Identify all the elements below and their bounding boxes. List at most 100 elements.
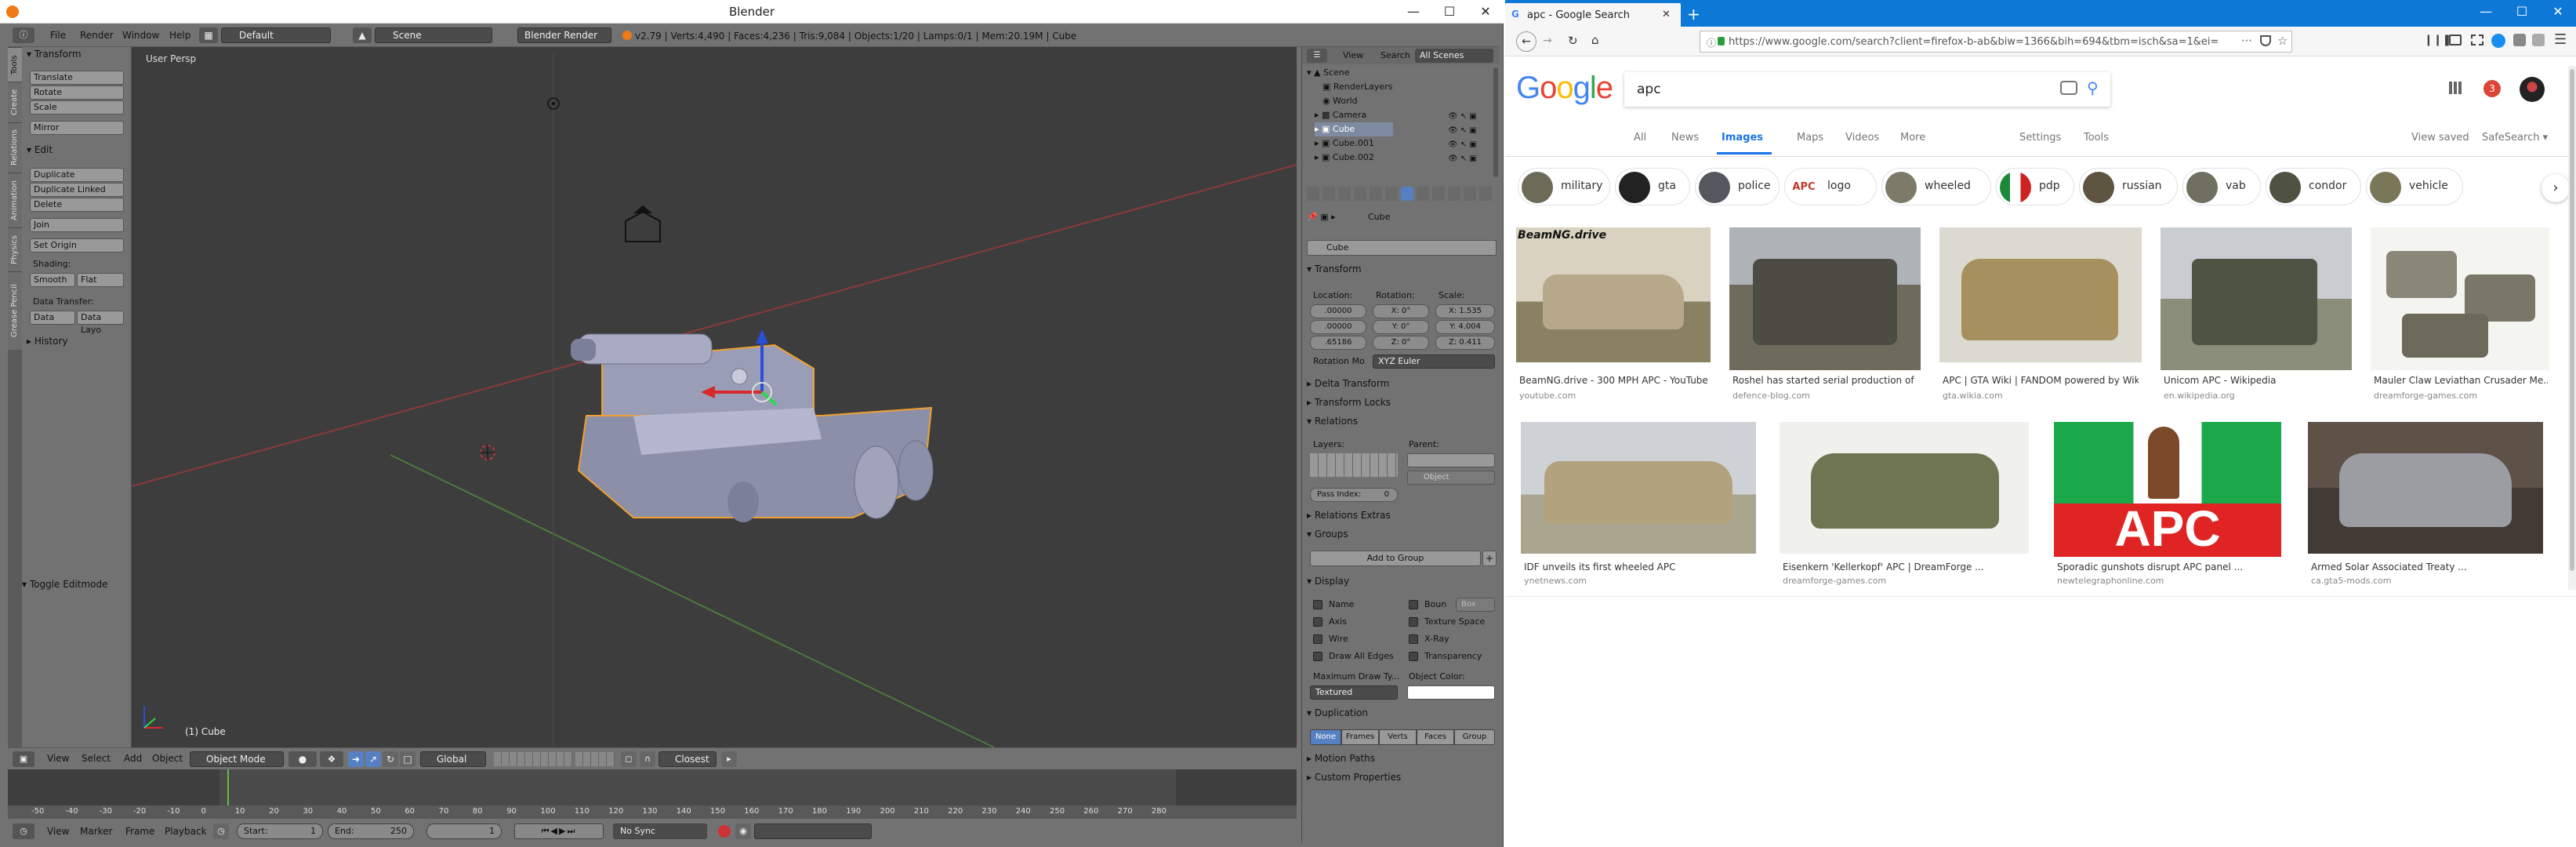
data-button[interactable]: Data	[30, 311, 75, 325]
image-result[interactable]: Armed Solar Associated Treaty ... ca.gta…	[2308, 422, 2543, 587]
lock-icon[interactable]: ◻	[621, 751, 637, 767]
texture-space-checkbox[interactable]	[1409, 617, 1418, 627]
menu-object[interactable]: Object	[152, 753, 183, 764]
transform-section-header[interactable]: ▾ Transform	[1307, 264, 1362, 274]
menu-icon[interactable]: ☰	[2554, 31, 2567, 48]
outliner-item-renderlayers[interactable]: ▣ RenderLayers	[1322, 80, 1392, 94]
axis-checkbox[interactable]	[1313, 617, 1322, 627]
home-icon[interactable]: ⌂	[1591, 33, 1599, 47]
duplication-header[interactable]: ▾ Duplication	[1307, 707, 1368, 718]
preview-range-icon[interactable]: ◷	[213, 823, 229, 839]
back-icon[interactable]: ←	[1516, 31, 1537, 52]
image-result[interactable]: Unicom APC - Wikipedia en.wikipedia.org	[2161, 227, 2352, 408]
location-z-field[interactable]: .65186	[1310, 336, 1366, 350]
object-layers-grid[interactable]	[1310, 453, 1398, 477]
outliner-item-world[interactable]: ◉ World	[1322, 94, 1358, 108]
flat-button[interactable]: Flat	[77, 273, 124, 287]
pocket-icon[interactable]	[2260, 35, 2271, 46]
timeline-menu-frame[interactable]: Frame	[125, 826, 154, 837]
layout-selector[interactable]: Default	[221, 27, 331, 43]
duplicate-button[interactable]: Duplicate	[30, 168, 124, 182]
snap-magnet-icon[interactable]: ∩	[640, 751, 655, 767]
timeline-menu-playback[interactable]: Playback	[165, 826, 207, 837]
parent-type-selector[interactable]: Object	[1407, 471, 1495, 485]
outliner-filter[interactable]: All Scenes	[1415, 49, 1493, 63]
render-engine-selector[interactable]: Blender Render	[517, 27, 611, 43]
scale-y-field[interactable]: Y: 4.004	[1435, 320, 1495, 334]
name-checkbox[interactable]	[1313, 600, 1322, 609]
editor-type-icon[interactable]: ⓘ	[13, 27, 34, 43]
layers-grid-2[interactable]	[575, 752, 615, 766]
bounds-type-selector[interactable]: Box	[1456, 598, 1495, 612]
end-frame-field[interactable]: End: 250	[328, 823, 414, 839]
tab-tools[interactable]: Tools	[8, 47, 22, 82]
tab-images[interactable]: Images	[1722, 132, 1763, 144]
info-icon[interactable]: ⓘ	[1707, 36, 1716, 49]
render-preview-icon[interactable]: ▸	[721, 751, 737, 767]
xray-checkbox[interactable]	[1409, 634, 1418, 644]
orientation-selector[interactable]: Global	[420, 751, 486, 767]
start-frame-field[interactable]: Start: 1	[237, 823, 323, 839]
page-scrollbar-thumb[interactable]	[2570, 69, 2574, 571]
image-result[interactable]: Roshel has started serial production of …	[1729, 227, 1921, 408]
safesearch-dropdown[interactable]: SafeSearch ▾	[2482, 132, 2548, 144]
tab-animation[interactable]: Animation	[8, 173, 22, 227]
outliner-item-cube[interactable]: ▸ ▣ Cube	[1315, 122, 1393, 136]
data-layout-button[interactable]: Data Layo	[77, 311, 124, 335]
keying-set-icon[interactable]: ◉	[735, 823, 751, 839]
dup-verts-option[interactable]: Verts	[1379, 729, 1417, 745]
menu-render[interactable]: Render	[75, 27, 118, 44]
draw-type-selector[interactable]: Textured	[1310, 685, 1398, 700]
translate-manipulator-icon[interactable]: ↗	[365, 751, 381, 767]
menu-help[interactable]: Help	[165, 27, 195, 44]
motion-paths-header[interactable]: ▸ Motion Paths	[1307, 753, 1375, 764]
join-button[interactable]: Join	[30, 218, 124, 232]
parent-field[interactable]	[1407, 453, 1495, 467]
scene-icon[interactable]: ▲	[353, 27, 372, 43]
menu-add[interactable]: Add	[124, 753, 142, 764]
outliner-editor-icon[interactable]: ☰	[1307, 49, 1327, 63]
groups-header[interactable]: ▾ Groups	[1307, 529, 1348, 540]
image-result[interactable]: APC Sporadic gunshots disrupt APC panel …	[2054, 422, 2281, 587]
chip-vab[interactable]: vab	[2182, 168, 2261, 205]
edit-panel-header[interactable]: ▾ Edit	[27, 144, 53, 155]
scale-button[interactable]: Scale	[30, 100, 124, 115]
3d-viewport[interactable]: User Persp (1) Cube	[132, 47, 1297, 747]
outliner-menu-view[interactable]: View	[1343, 50, 1363, 60]
history-panel-header[interactable]: ▸ History	[27, 336, 68, 347]
sync-account-icon[interactable]	[2491, 34, 2505, 48]
chip-condor[interactable]: condor	[2266, 168, 2361, 205]
google-logo[interactable]: Google	[1516, 69, 1613, 107]
relations-header[interactable]: ▾ Relations	[1307, 416, 1358, 427]
location-x-field[interactable]: .00000	[1310, 304, 1366, 318]
tab-relations[interactable]: Relations	[8, 122, 22, 173]
layers-grid[interactable]	[494, 752, 572, 766]
duplicate-linked-button[interactable]: Duplicate Linked	[30, 183, 124, 197]
image-result[interactable]: Mauler Claw Leviathan Crusader Me... dre…	[2371, 227, 2549, 408]
maximize-icon[interactable]: ☐	[1431, 0, 1468, 24]
shading-mode-icon[interactable]: ●	[288, 751, 317, 767]
search-icon[interactable]: ⚲	[2087, 78, 2099, 97]
add-to-group-button[interactable]: Add to Group	[1310, 551, 1481, 566]
url-bar[interactable]: ⓘ https://www.google.com/search?client=f…	[1700, 31, 2292, 53]
chip-russian[interactable]: russian	[2079, 168, 2178, 205]
chip-military[interactable]: military	[1518, 168, 1610, 205]
keying-set-field[interactable]	[754, 823, 872, 839]
new-group-icon[interactable]: +	[1482, 551, 1497, 566]
dup-group-option[interactable]: Group	[1454, 729, 1495, 745]
reload-icon[interactable]: ↻	[1568, 34, 1578, 48]
chip-logo[interactable]: APC logo	[1784, 168, 1877, 205]
new-tab-icon[interactable]: +	[1687, 5, 1700, 24]
snap-target-selector[interactable]: Closest	[659, 751, 717, 767]
rotation-z-field[interactable]: Z: 0°	[1373, 336, 1429, 350]
custom-properties-header[interactable]: ▸ Custom Properties	[1307, 772, 1401, 783]
tab-physics[interactable]: Physics	[8, 227, 22, 271]
transform-panel-header[interactable]: ▾ Transform	[27, 49, 82, 60]
outliner-item-camera[interactable]: ▸ ▩ Camera	[1315, 108, 1366, 122]
chip-pdp[interactable]: pdp	[1996, 168, 2074, 205]
smooth-button[interactable]: Smooth	[30, 273, 75, 287]
forward-icon[interactable]: →	[1543, 35, 1552, 47]
bounds-checkbox[interactable]	[1409, 600, 1418, 609]
wire-checkbox[interactable]	[1313, 634, 1322, 644]
set-origin-dropdown[interactable]: Set Origin	[30, 238, 124, 253]
